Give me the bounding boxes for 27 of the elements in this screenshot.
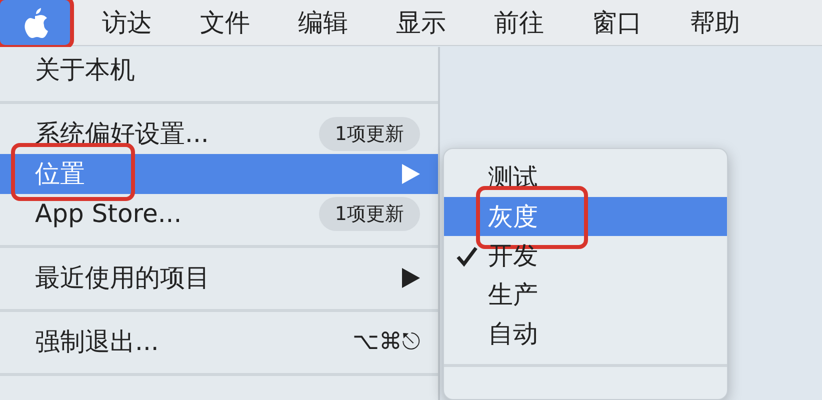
menu-bar-item[interactable]: 前往	[470, 0, 568, 45]
submenu-item-label: 开发	[488, 240, 538, 272]
submenu-item-label: 自动	[488, 318, 538, 350]
menu-bar-item[interactable]: 访达	[78, 0, 176, 45]
menu-item[interactable]: App Store... 1项更新	[0, 194, 438, 234]
menu-bar-item[interactable]: 帮助	[666, 0, 764, 45]
submenu-item[interactable]: 自动	[444, 314, 727, 353]
menu-item-label: App Store...	[35, 198, 182, 230]
menu-item[interactable]: 强制退出... ⌥⌘⎋	[0, 322, 438, 362]
submenu-item-label: 灰度	[488, 198, 538, 236]
apple-icon	[22, 8, 48, 38]
menu-item[interactable]: 关于本机	[0, 50, 438, 90]
menu-bar-item[interactable]: 显示	[372, 0, 470, 45]
menu-item[interactable]: 最近使用的项目	[0, 258, 438, 298]
submenu-item[interactable]: 生产	[444, 275, 727, 314]
menu-bar-item[interactable]: 编辑	[274, 0, 372, 45]
menu-bar-item[interactable]: 窗口	[568, 0, 666, 45]
submenu-item[interactable]: 开发	[444, 236, 727, 275]
update-count-label: 1项更新	[318, 196, 420, 232]
menu-item-label: 强制退出...	[35, 326, 159, 358]
menu-bar-item[interactable]: 文件	[176, 0, 274, 45]
keyboard-shortcut: ⌥⌘⎋	[352, 328, 420, 357]
menu-item-label: 关于本机	[35, 54, 135, 86]
submenu-item-label: 生产	[488, 278, 538, 311]
update-count-label: 1项更新	[318, 116, 420, 152]
menu-item-label: 最近使用的项目	[35, 262, 210, 294]
menu-item-label: 位置	[35, 155, 85, 193]
